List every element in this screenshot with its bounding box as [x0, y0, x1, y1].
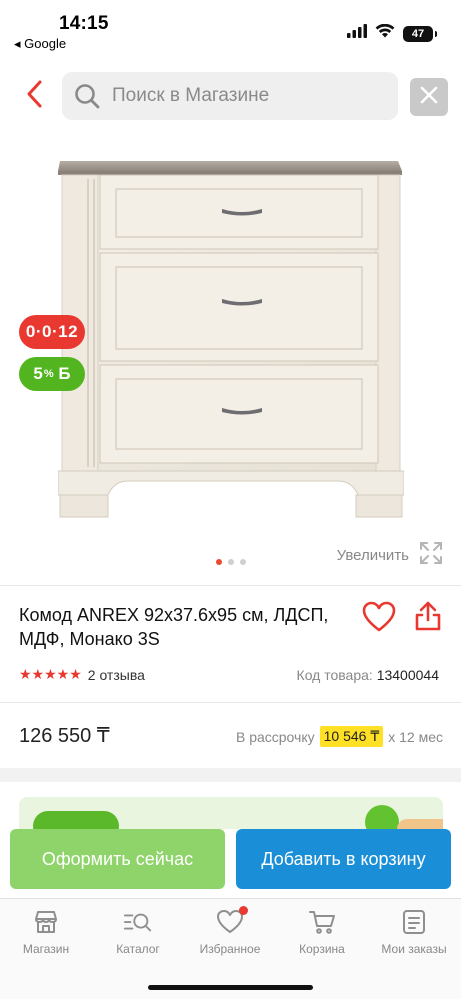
cart-icon [307, 907, 337, 937]
installment-term: x 12 мес [388, 728, 443, 745]
zoom-label: Увеличить [336, 546, 409, 564]
expand-icon [419, 541, 443, 569]
chevron-left-icon [25, 80, 43, 113]
search-box[interactable] [62, 72, 398, 120]
heart-icon [215, 906, 248, 937]
close-icon [420, 86, 438, 109]
tab-catalog[interactable]: Каталог [92, 907, 184, 956]
favorite-button[interactable] [362, 601, 396, 633]
product-code-value: 13400044 [376, 667, 439, 683]
home-indicator [148, 985, 313, 990]
bottom-tab-bar: Магазин Каталог Избранное Корзина Мои за… [0, 898, 461, 999]
orders-icon [399, 907, 429, 937]
installment-label: В рассрочку [235, 728, 315, 745]
carousel-dots[interactable] [216, 559, 246, 565]
heart-outline-icon [362, 601, 396, 637]
tab-label: Избранное [199, 942, 261, 956]
tab-favorites[interactable]: Избранное [184, 906, 276, 956]
battery-icon: 47 [403, 25, 437, 42]
notification-dot [239, 906, 248, 915]
close-search-button[interactable] [410, 78, 448, 116]
zoom-button[interactable]: Увеличить [337, 541, 443, 569]
rating-row: ★★★★★ 2 отзыва [19, 666, 145, 683]
action-bar: Оформить сейчас Добавить в корзину [0, 829, 461, 897]
catalog-search-icon [123, 907, 153, 937]
tab-orders[interactable]: Мои заказы [368, 907, 460, 956]
search-input[interactable] [112, 85, 372, 107]
signal-icon [347, 24, 367, 43]
buy-now-button[interactable]: Оформить сейчас [10, 829, 225, 889]
bonus-currency: Б [58, 364, 71, 383]
tab-label: Мои заказы [381, 942, 447, 956]
bonus-percent: % [43, 368, 54, 380]
search-icon [74, 83, 100, 109]
tab-label: Корзина [299, 942, 345, 956]
product-code-label: Код товара: [296, 667, 373, 683]
bonus-badge: 5% Б [19, 357, 85, 391]
tab-cart[interactable]: Корзина [276, 907, 368, 956]
status-icons: 47 [347, 23, 437, 43]
store-icon [31, 907, 61, 937]
review-count-link[interactable]: 2 отзыва [88, 667, 145, 683]
product-image[interactable] [57, 155, 405, 521]
tab-store[interactable]: Магазин [0, 907, 92, 956]
back-to-app-link[interactable]: ◂ Google [14, 36, 66, 52]
installment-badge: 0·0·12 [19, 315, 85, 349]
carousel-dot-3[interactable] [240, 559, 246, 565]
product-price: 126 550 ₸ [19, 725, 110, 747]
status-time: 14:15 [59, 13, 109, 34]
wifi-icon [375, 23, 395, 43]
tab-label: Каталог [116, 942, 160, 956]
divider [0, 585, 461, 586]
share-icon [414, 601, 442, 636]
share-button[interactable] [414, 600, 442, 632]
installment-amount: 10 546 ₸ [319, 726, 384, 747]
back-button[interactable] [18, 78, 50, 114]
divider [0, 702, 461, 703]
rating-stars: ★★★★★ [19, 666, 82, 682]
product-title: Комод ANREX 92x37.6x95 см, ЛДСП, МДФ, Мо… [19, 605, 329, 649]
status-bar: 14:15 ◂ Google 47 [0, 0, 461, 58]
installment-info[interactable]: В рассрочку 10 546 ₸ x 12 мес [236, 726, 443, 747]
product-code: Код товара: 13400044 [297, 667, 439, 683]
section-separator [0, 768, 461, 782]
carousel-dot-1[interactable] [216, 559, 222, 565]
tab-label: Магазин [22, 942, 70, 956]
add-to-cart-button[interactable]: Добавить в корзину [236, 829, 451, 889]
bonus-value: 5 [33, 364, 43, 383]
carousel-dot-2[interactable] [228, 559, 234, 565]
search-header [0, 70, 461, 122]
